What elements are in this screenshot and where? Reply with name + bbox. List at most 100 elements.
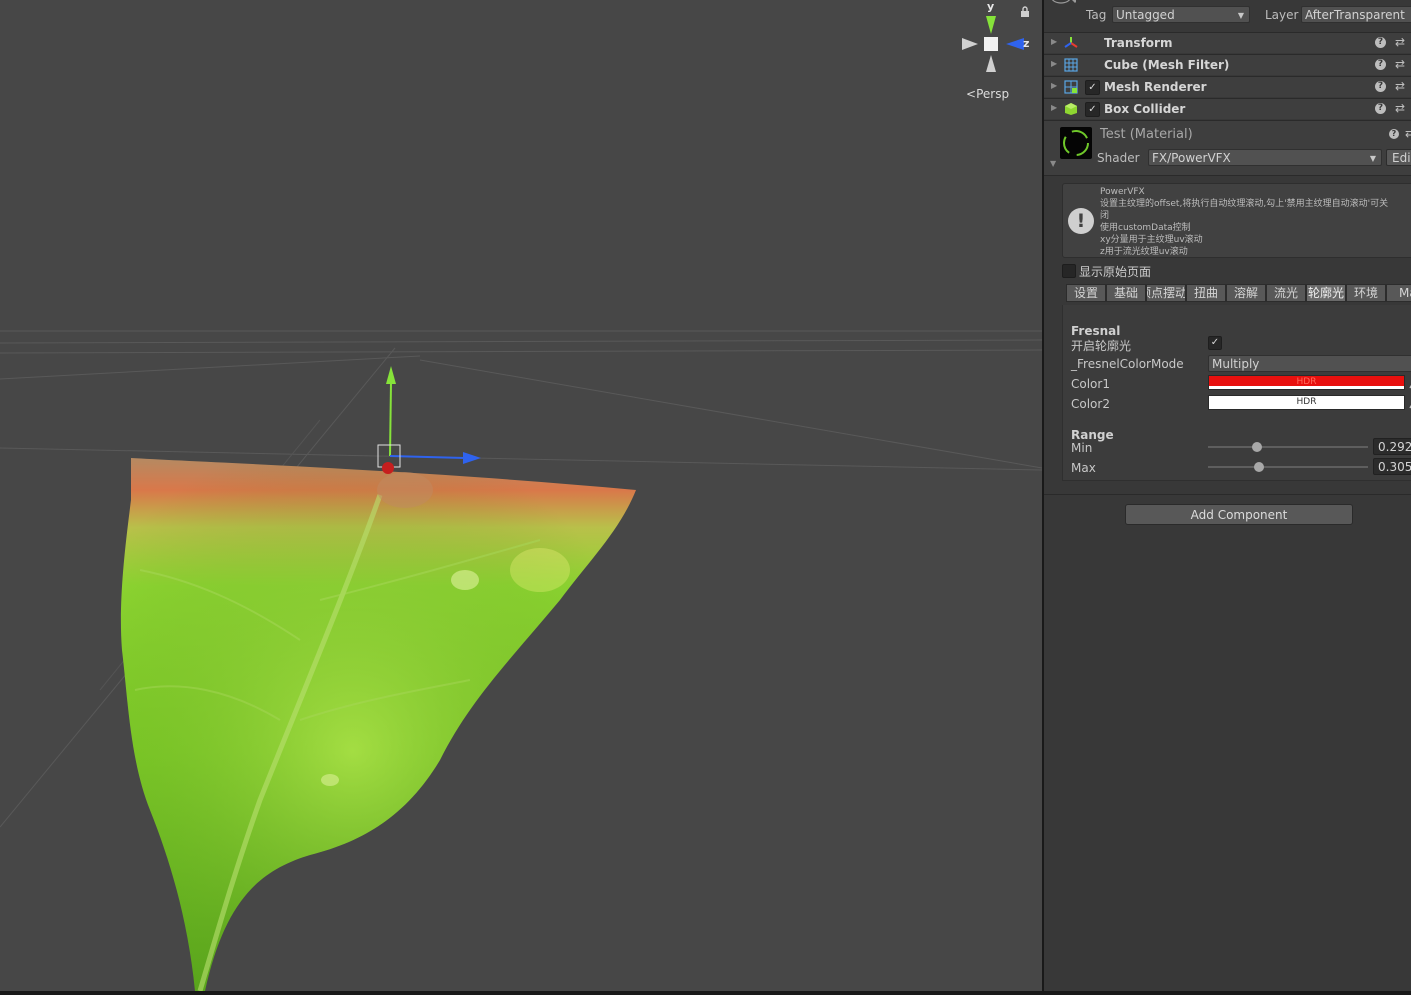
- shader-value: FX/PowerVFX: [1152, 151, 1231, 165]
- tab-environment[interactable]: 环境: [1346, 284, 1386, 302]
- settings-icon[interactable]: ⇄: [1405, 126, 1411, 140]
- fold-arrow-icon[interactable]: ▶: [1051, 103, 1057, 112]
- hdr-tag: HDR: [1296, 397, 1317, 407]
- leaf-object[interactable]: [120, 458, 636, 991]
- component-name: Cube (Mesh Filter): [1104, 58, 1230, 72]
- max-value-field[interactable]: 0.305: [1373, 458, 1411, 475]
- min-slider-track[interactable]: [1208, 446, 1368, 448]
- box-collider-icon: [1065, 103, 1077, 115]
- tab-dissolve[interactable]: 溶解: [1226, 284, 1266, 302]
- help-icon[interactable]: ?: [1389, 129, 1399, 139]
- mesh-renderer-icon: [1064, 80, 1078, 94]
- projection-toggle[interactable]: <Persp: [966, 87, 1009, 101]
- fresnel-section-title: Fresnal: [1071, 324, 1121, 338]
- tab-distortion[interactable]: 扭曲: [1186, 284, 1226, 302]
- component-box-collider[interactable]: ▶ ✓ Box Collider ? ⇄: [1044, 98, 1411, 119]
- component-name: Transform: [1104, 36, 1173, 50]
- min-value-field[interactable]: 0.292: [1373, 438, 1411, 455]
- help-line: z用于流光纹理uv滚动: [1100, 247, 1188, 257]
- shader-label: Shader: [1097, 151, 1140, 165]
- bottom-border: [0, 991, 1411, 995]
- range-min-label: Min: [1071, 441, 1093, 455]
- settings-icon[interactable]: ⇄: [1395, 101, 1405, 115]
- tab-basic[interactable]: 基础: [1106, 284, 1146, 302]
- fresnel-color-mode-label: _FresnelColorMode: [1071, 357, 1184, 371]
- layer-dropdown[interactable]: AfterTransparent: [1301, 6, 1411, 23]
- material-title: Test (Material): [1100, 127, 1193, 142]
- tab-rim-light[interactable]: 轮廓光: [1306, 284, 1346, 302]
- settings-icon[interactable]: ⇄: [1395, 35, 1405, 49]
- tag-value: Untagged: [1116, 8, 1175, 22]
- range-section-title: Range: [1071, 428, 1114, 442]
- orientation-gizmo[interactable]: [962, 16, 1024, 72]
- max-slider-knob[interactable]: [1254, 462, 1264, 472]
- help-line: 闭: [1100, 211, 1110, 221]
- alpha-bar: [1209, 386, 1404, 389]
- fold-arrow-icon[interactable]: ▼: [1050, 159, 1056, 168]
- fold-arrow-icon[interactable]: ▶: [1051, 37, 1057, 46]
- scene-canvas[interactable]: [0, 0, 1042, 991]
- shader-dropdown[interactable]: FX/PowerVFX ▼: [1148, 149, 1382, 166]
- help-icon[interactable]: ?: [1375, 59, 1386, 70]
- material-header[interactable]: Test (Material) ? ⇄ Shader FX/PowerVFX ▼…: [1044, 120, 1411, 176]
- object-icon: [1052, 0, 1076, 4]
- min-slider-knob[interactable]: [1252, 442, 1262, 452]
- tab-flow-light[interactable]: 流光: [1266, 284, 1306, 302]
- fold-arrow-icon[interactable]: ▶: [1051, 81, 1057, 90]
- separator: [1044, 494, 1411, 495]
- projection-label: Persp: [976, 87, 1010, 101]
- color1-label: Color1: [1071, 377, 1110, 391]
- tab-matcap[interactable]: MatCap: [1386, 284, 1411, 302]
- tag-dropdown[interactable]: Untagged ▼: [1112, 6, 1250, 23]
- shader-tabs: 设置 基础 顶点摆动 扭曲 溶解 流光 轮廓光 环境 MatCap: [1066, 284, 1411, 302]
- x-axis-handle: [382, 462, 394, 474]
- scene-view[interactable]: y z <Persp: [0, 0, 1042, 991]
- persp-arrow-icon: <: [966, 87, 977, 101]
- component-mesh-renderer[interactable]: ▶ ✓ Mesh Renderer ? ⇄: [1044, 76, 1411, 97]
- range-max-label: Max: [1071, 461, 1096, 475]
- chevron-down-icon: ▼: [1369, 154, 1376, 163]
- inspector-panel: Tag Untagged ▼ Layer AfterTransparent ▶ …: [1044, 0, 1411, 991]
- mesh-filter-icon: [1064, 58, 1078, 72]
- show-raw-page-checkbox[interactable]: [1062, 264, 1076, 278]
- help-line: 使用customData控制: [1100, 223, 1191, 233]
- help-icon[interactable]: ?: [1375, 103, 1386, 114]
- settings-icon[interactable]: ⇄: [1395, 79, 1405, 93]
- settings-icon[interactable]: ⇄: [1395, 57, 1405, 71]
- enable-fresnel-label: 开启轮廓光: [1071, 339, 1132, 353]
- help-line: 设置主纹理的offset,将执行自动纹理滚动,勾上'禁用主纹理自动滚动'可关: [1100, 199, 1389, 209]
- move-gizmo[interactable]: [377, 366, 481, 474]
- fold-arrow-icon[interactable]: ▶: [1051, 59, 1057, 68]
- enabled-checkbox[interactable]: ✓: [1085, 102, 1100, 117]
- color1-field[interactable]: HDR: [1208, 375, 1405, 390]
- help-line: xy分量用于主纹理uv滚动: [1100, 235, 1203, 245]
- tab-vertex-wave[interactable]: 顶点摆动: [1146, 284, 1186, 302]
- transform-icon: [1064, 37, 1078, 48]
- fresnel-color-mode-dropdown[interactable]: Multiply: [1208, 355, 1411, 372]
- material-sphere-icon: [1063, 130, 1089, 156]
- enable-fresnel-checkbox[interactable]: ✓: [1208, 336, 1222, 350]
- tag-layer-row: Tag Untagged ▼ Layer AfterTransparent: [1044, 0, 1411, 32]
- lock-icon[interactable]: [1020, 6, 1030, 18]
- tab-settings[interactable]: 设置: [1066, 284, 1106, 302]
- layer-label: Layer: [1265, 8, 1299, 22]
- y-axis-arrow: [386, 366, 396, 384]
- add-component-button[interactable]: Add Component: [1125, 504, 1353, 525]
- material-preview: [1060, 127, 1092, 159]
- chevron-down-icon: ▼: [1237, 11, 1244, 20]
- help-icon[interactable]: ?: [1375, 37, 1386, 48]
- color2-label: Color2: [1071, 397, 1110, 411]
- gizmo-z-label: z: [1023, 37, 1030, 50]
- gizmo-y-label: y: [987, 0, 995, 13]
- enabled-checkbox[interactable]: ✓: [1085, 80, 1100, 95]
- component-transform[interactable]: ▶ Transform ? ⇄: [1044, 32, 1411, 53]
- color2-field[interactable]: HDR: [1208, 395, 1405, 410]
- component-mesh-filter[interactable]: ▶ Cube (Mesh Filter) ? ⇄: [1044, 54, 1411, 75]
- tag-label: Tag: [1086, 8, 1107, 22]
- component-name: Box Collider: [1104, 102, 1186, 116]
- layer-value: AfterTransparent: [1305, 8, 1405, 22]
- help-icon[interactable]: ?: [1375, 81, 1386, 92]
- edit-shader-button[interactable]: Edi: [1386, 149, 1411, 166]
- max-slider-track[interactable]: [1208, 466, 1368, 468]
- fresnel-panel: Fresnal 开启轮廓光 ✓ _FresnelColorMode Multip…: [1062, 305, 1411, 481]
